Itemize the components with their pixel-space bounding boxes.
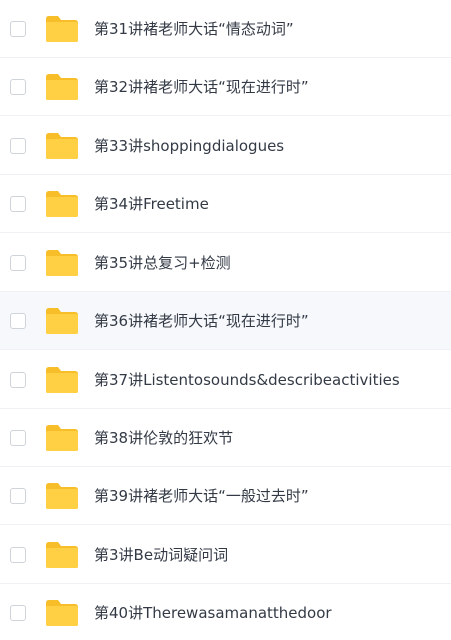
file-row[interactable]: 第37讲Listentosounds&describeactivities — [0, 351, 451, 409]
file-name[interactable]: 第32讲褚老师大话“现在进行时” — [94, 76, 309, 97]
file-row[interactable]: 第38讲伦敦的狂欢节 — [0, 409, 451, 467]
folder-icon — [46, 366, 78, 393]
checkbox-icon[interactable] — [10, 137, 26, 154]
checkbox-icon[interactable] — [10, 604, 26, 621]
file-row[interactable]: 第3讲Be动词疑问词 — [0, 526, 451, 584]
file-name[interactable]: 第33讲shoppingdialogues — [94, 135, 284, 156]
file-list: 第31讲褚老师大话“情态动词” 第32讲褚老师大话“现在进行时” 第33讲sho… — [0, 0, 451, 640]
file-name[interactable]: 第39讲褚老师大话“一般过去时” — [94, 485, 309, 506]
file-row[interactable]: 第33讲shoppingdialogues — [0, 117, 451, 175]
folder-icon — [46, 15, 78, 42]
checkbox-icon[interactable] — [10, 254, 26, 271]
folder-icon — [46, 424, 78, 451]
file-name[interactable]: 第40讲Therewasamanatthedoor — [94, 602, 332, 623]
checkbox-icon[interactable] — [10, 487, 26, 504]
file-row[interactable]: 第32讲褚老师大话“现在进行时” — [0, 58, 451, 116]
file-row[interactable]: 第31讲褚老师大话“情态动词” — [0, 0, 451, 58]
folder-icon — [46, 132, 78, 159]
file-name[interactable]: 第31讲褚老师大话“情态动词” — [94, 18, 294, 39]
checkbox-icon[interactable] — [10, 371, 26, 388]
folder-icon — [46, 249, 78, 276]
checkbox-icon[interactable] — [10, 546, 26, 563]
checkbox-icon[interactable] — [10, 312, 26, 329]
file-name[interactable]: 第36讲褚老师大话“现在进行时” — [94, 310, 309, 331]
checkbox-icon[interactable] — [10, 195, 26, 212]
file-name[interactable]: 第3讲Be动词疑问词 — [94, 544, 228, 565]
folder-icon — [46, 599, 78, 626]
checkbox-icon[interactable] — [10, 429, 26, 446]
file-row[interactable]: 第34讲Freetime — [0, 175, 451, 233]
checkbox-icon[interactable] — [10, 20, 26, 37]
file-row[interactable]: 第35讲总复习+检测 — [0, 234, 451, 292]
file-row-hovered[interactable]: 第36讲褚老师大话“现在进行时” — [0, 292, 451, 350]
folder-icon — [46, 73, 78, 100]
folder-icon — [46, 482, 78, 509]
file-name[interactable]: 第37讲Listentosounds&describeactivities — [94, 369, 400, 390]
folder-icon — [46, 307, 78, 334]
file-name[interactable]: 第35讲总复习+检测 — [94, 252, 231, 273]
folder-icon — [46, 190, 78, 217]
file-row[interactable]: 第39讲褚老师大话“一般过去时” — [0, 467, 451, 525]
file-name[interactable]: 第38讲伦敦的狂欢节 — [94, 427, 233, 448]
file-name[interactable]: 第34讲Freetime — [94, 193, 209, 214]
folder-icon — [46, 541, 78, 568]
checkbox-icon[interactable] — [10, 78, 26, 95]
file-row[interactable]: 第40讲Therewasamanatthedoor — [0, 584, 451, 640]
